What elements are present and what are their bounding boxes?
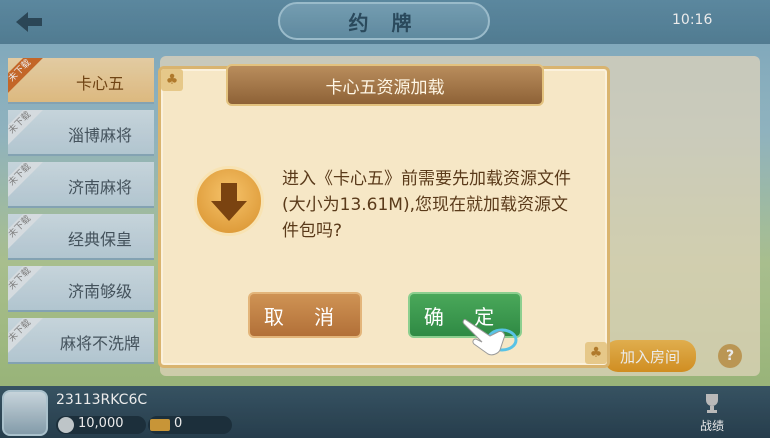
club-suit-icon: ♣ bbox=[585, 342, 607, 364]
pointing-hand-icon bbox=[462, 319, 518, 356]
club-suit-icon: ♣ bbox=[161, 69, 183, 91]
cancel-button[interactable]: 取 消 bbox=[248, 292, 362, 338]
dialog-title: 卡心五资源加载 bbox=[226, 64, 544, 106]
dialog-message: 进入《卡心五》前需要先加载资源文件(大小为13.61M),您现在就加载资源文件包… bbox=[282, 169, 571, 241]
download-arrow-icon bbox=[194, 166, 264, 236]
